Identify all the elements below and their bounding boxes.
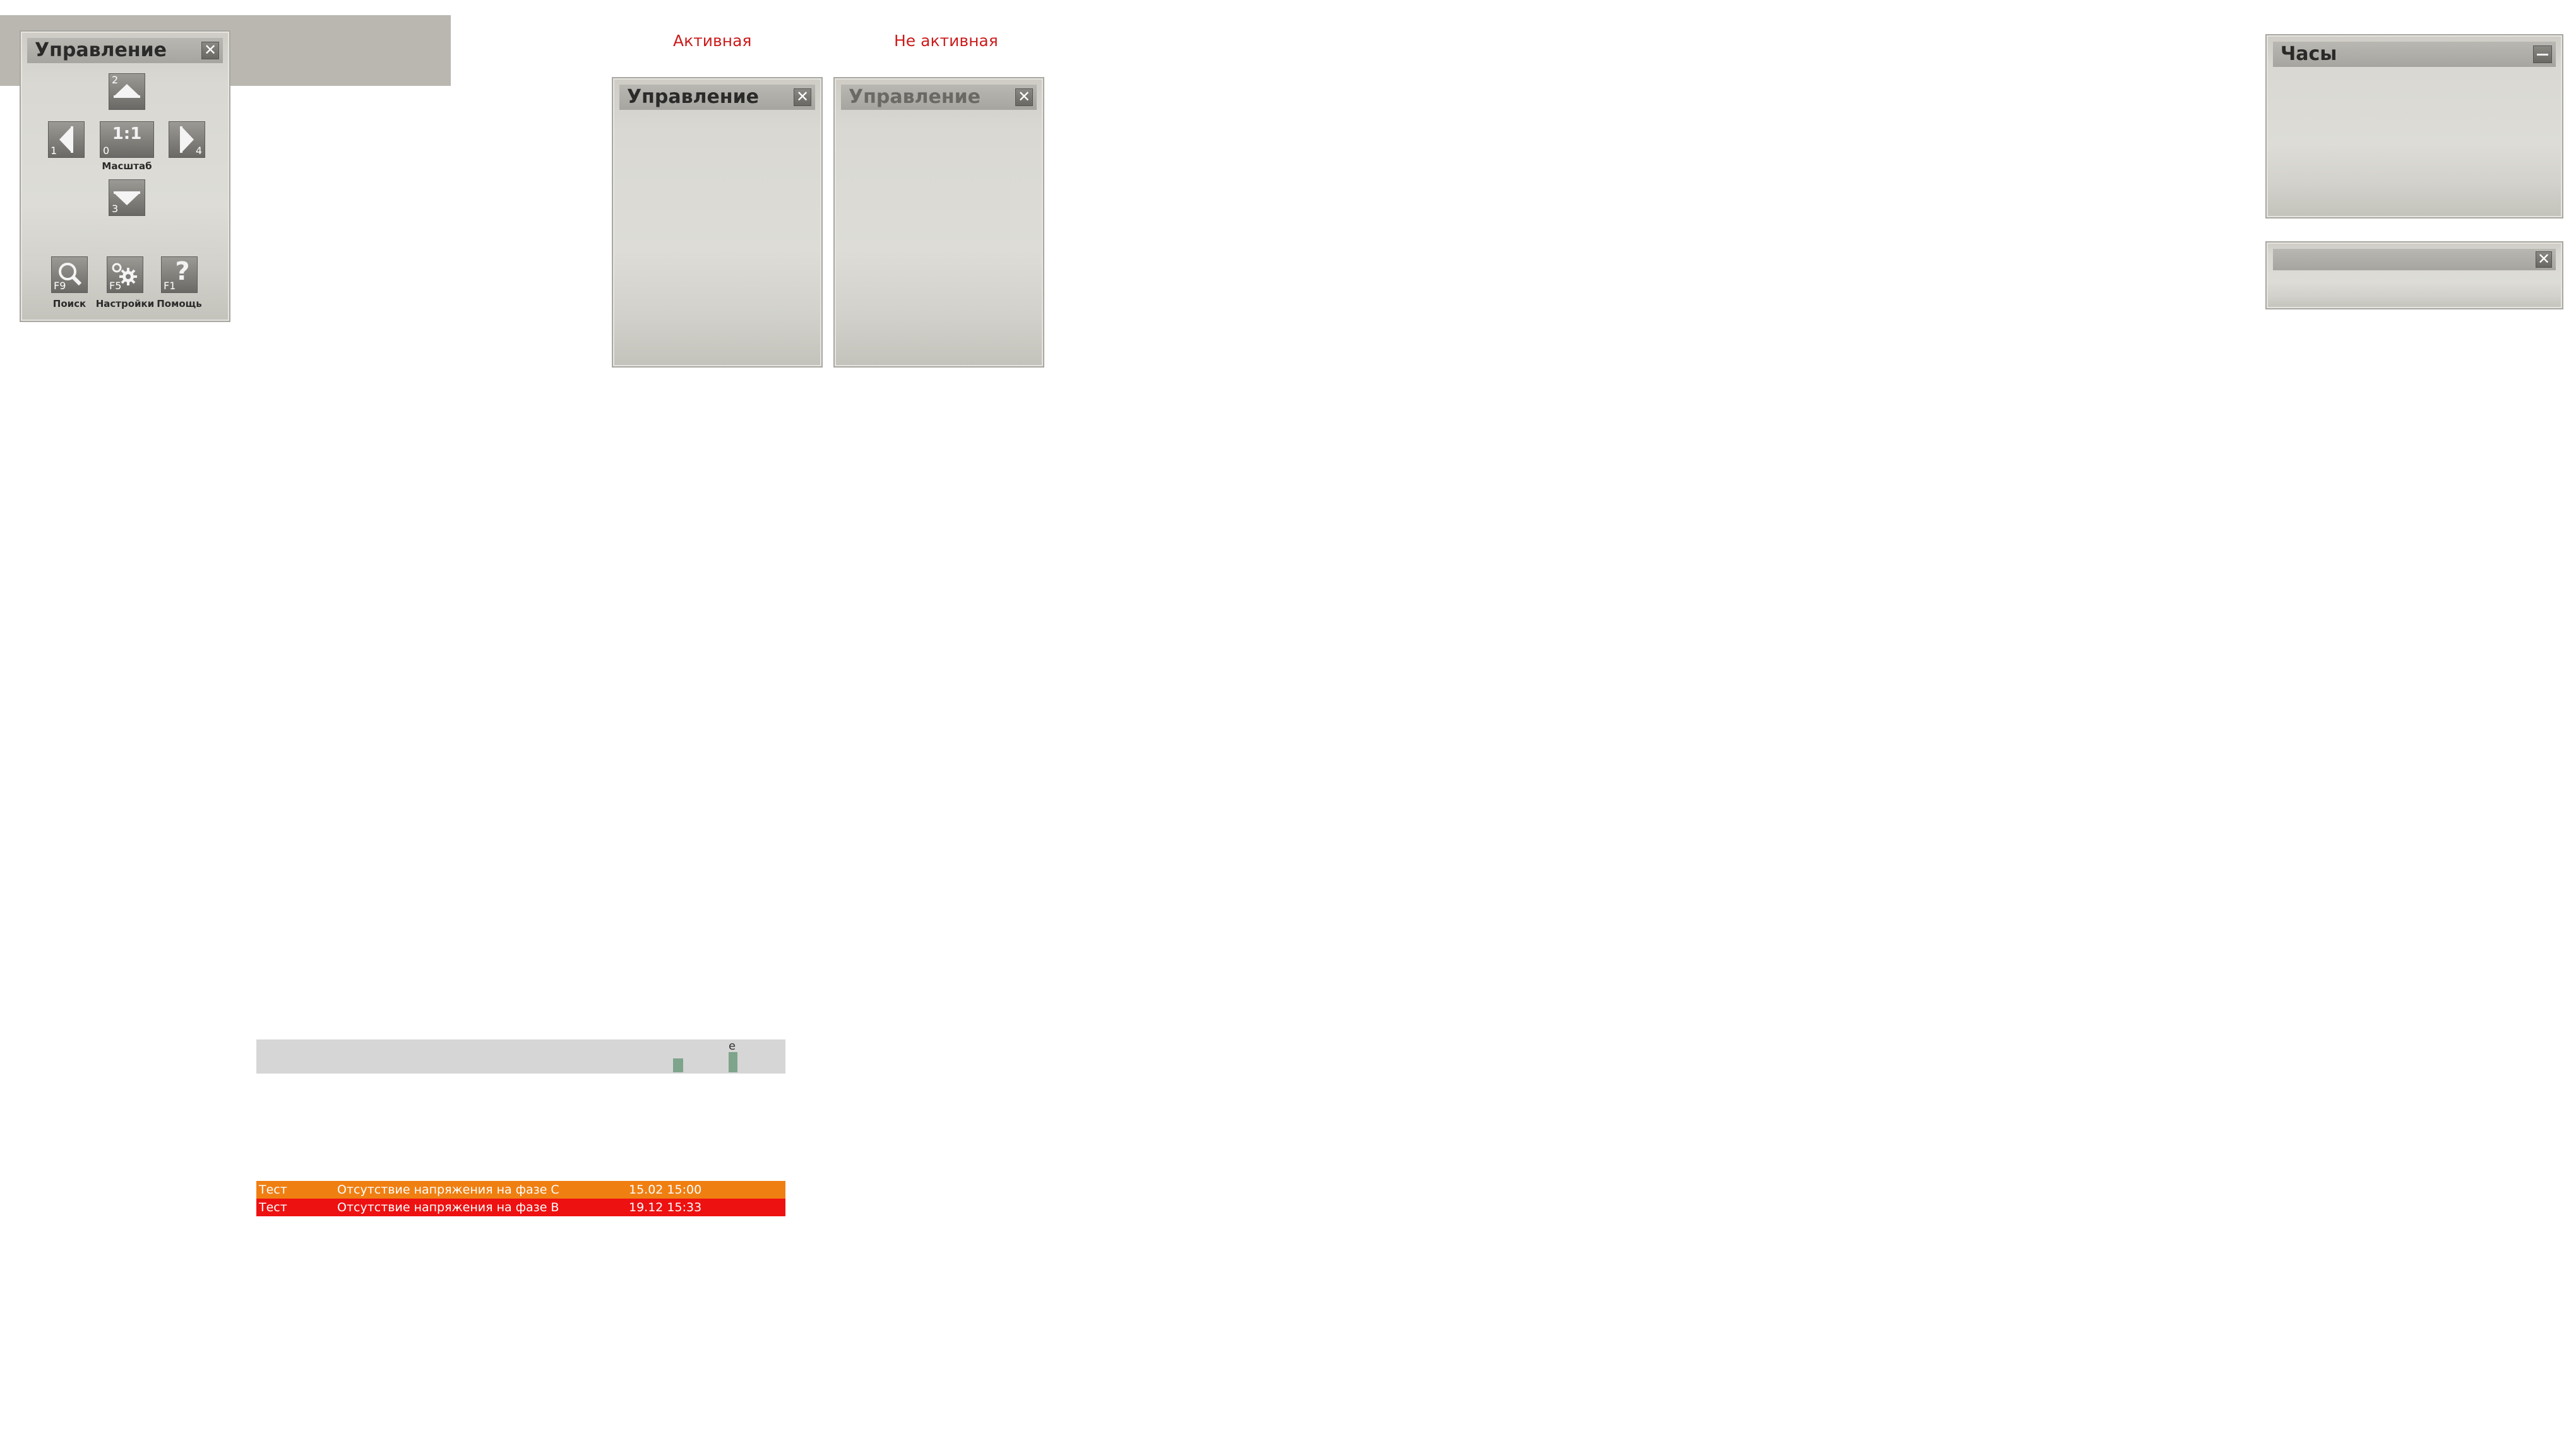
scale-button[interactable]: 0 1:1 [100,121,154,158]
pan-left-button[interactable]: 1 [48,121,85,158]
settings-button[interactable]: F5 [107,256,143,293]
inactive-panel-close-button[interactable]: ✕ [1015,88,1033,106]
question-icon: ? [175,257,190,286]
alarm-time: 19.12 15:33 [629,1201,702,1214]
pan-down-button[interactable]: 3 [109,179,145,216]
alarm-source: Тест [259,1183,287,1197]
arrow-right-icon [169,122,205,157]
status-indicator-1 [673,1058,683,1072]
control-panel-title: Управление [35,39,167,61]
help-caption: Помощь [157,298,202,309]
scale-text: 1:1 [112,124,142,143]
clock-panel-minimize-button[interactable] [2533,45,2552,63]
inactive-label: Не активная [894,32,998,50]
pan-right-button[interactable]: 4 [169,121,205,158]
active-label: Активная [673,32,752,50]
search-button[interactable]: F9 [51,256,88,293]
pan-up-button[interactable]: 2 [109,73,145,110]
small-panel-titlebar[interactable]: ✕ [2273,249,2556,270]
scale-caption: Масштаб [102,160,152,172]
inactive-panel-title: Управление [849,86,981,108]
arrow-down-icon [109,180,145,215]
alarm-row[interactable]: Тест Отсутствие напряжения на фазе B 19.… [256,1199,785,1216]
status-indicator-2 [729,1052,737,1072]
gear-icon [107,257,143,292]
arrow-left-icon [49,122,84,157]
small-panel-close-button[interactable]: ✕ [2536,251,2552,268]
alarm-time: 15.02 15:00 [629,1183,702,1197]
control-panel-titlebar[interactable]: Управление ✕ [27,38,223,63]
status-indicator-label: e [729,1039,736,1053]
clock-panel-titlebar[interactable]: Часы [2273,42,2556,67]
active-panel-sample: Управление ✕ [612,77,823,368]
help-button[interactable]: F1 ? [161,256,198,293]
clock-panel-title: Часы [2281,43,2337,65]
control-panel: Управление ✕ 2 1 0 1:1 Масштаб 4 3 F9 По… [20,30,230,322]
active-panel-titlebar[interactable]: Управление ✕ [619,85,815,110]
active-panel-title: Управление [627,86,759,108]
search-caption: Поиск [52,298,86,309]
magnifier-icon [52,257,87,292]
arrow-up-icon [109,74,145,109]
control-panel-close-button[interactable]: ✕ [201,42,219,59]
status-bar: e [256,1039,785,1074]
inactive-panel-titlebar[interactable]: Управление ✕ [841,85,1037,110]
alarm-source: Тест [259,1201,287,1214]
inactive-panel-sample: Управление ✕ [833,77,1044,368]
alarm-message: Отсутствие напряжения на фазе C [337,1183,559,1197]
small-panel: ✕ [2265,241,2563,309]
clock-panel: Часы [2265,34,2563,219]
active-panel-close-button[interactable]: ✕ [794,88,811,106]
alarm-row[interactable]: Тест Отсутствие напряжения на фазе C 15.… [256,1181,785,1199]
settings-caption: Настройки [95,298,155,309]
alarm-message: Отсутствие напряжения на фазе B [337,1201,559,1214]
